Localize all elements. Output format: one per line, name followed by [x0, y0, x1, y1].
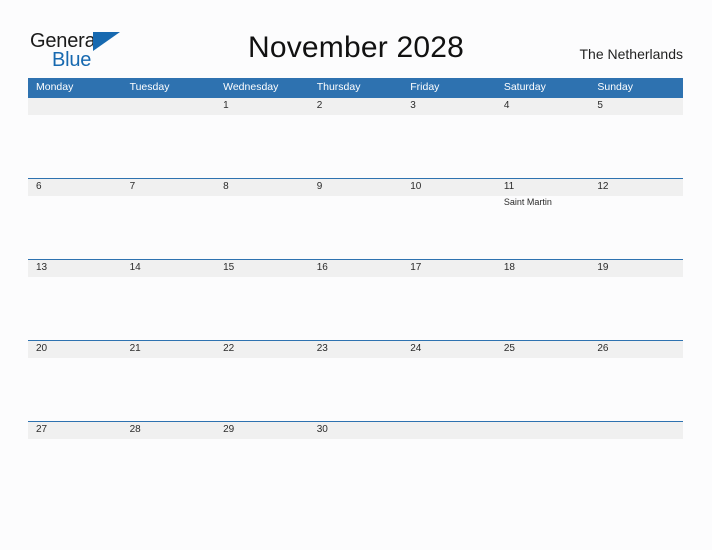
day-cell[interactable]: 17	[402, 259, 496, 340]
weekday-header-monday: Monday	[36, 81, 74, 93]
day-number: 7	[129, 181, 136, 192]
week-row: 13 14 15 16 17 18 19	[28, 259, 683, 340]
page-header: General Blue November 2028 The Netherlan…	[0, 0, 712, 74]
day-number: 1	[223, 100, 229, 111]
day-cell[interactable]	[496, 421, 590, 502]
day-cell-holiday[interactable]: 11 Saint Martin	[496, 178, 590, 259]
day-number: 8	[223, 181, 229, 192]
day-cell[interactable]: 30	[309, 421, 403, 502]
day-cell[interactable]: 7	[122, 178, 216, 259]
calendar-grid: Monday Tuesday Wednesday Thursday Friday…	[28, 78, 683, 502]
day-number: 12	[597, 181, 609, 192]
day-cell[interactable]: 2	[309, 97, 403, 178]
day-cell[interactable]: 14	[122, 259, 216, 340]
day-cell[interactable]: 26	[589, 340, 683, 421]
day-cell[interactable]: 23	[309, 340, 403, 421]
day-number: 3	[410, 100, 416, 111]
day-cell[interactable]: 10	[402, 178, 496, 259]
day-cell[interactable]	[28, 97, 122, 178]
day-cell[interactable]: 19	[589, 259, 683, 340]
day-cell[interactable]: 8	[215, 178, 309, 259]
day-cell[interactable]: 22	[215, 340, 309, 421]
day-cell[interactable]: 27	[28, 421, 122, 502]
country-label: The Netherlands	[579, 46, 683, 62]
week-cells: 13 14 15 16 17 18 19	[28, 259, 683, 340]
week-row: 20 21 22 23 24 25 26	[28, 340, 683, 421]
day-number: 27	[36, 424, 48, 435]
day-cell[interactable]	[589, 421, 683, 502]
day-number: 9	[316, 181, 323, 192]
day-number: 23	[316, 343, 328, 354]
weekday-header-saturday: Saturday	[503, 81, 546, 93]
day-number: 10	[410, 181, 422, 192]
week-cells: 20 21 22 23 24 25 26	[28, 340, 683, 421]
week-row: 6 7 8 9 10 11 Saint Martin 12	[28, 178, 683, 259]
day-number: 16	[316, 262, 328, 273]
day-cell[interactable]: 20	[28, 340, 122, 421]
day-number: 26	[597, 343, 609, 354]
day-cell[interactable]: 15	[215, 259, 309, 340]
day-cell[interactable]: 29	[215, 421, 309, 502]
day-number: 6	[36, 181, 42, 192]
weekday-header-row: Monday Tuesday Wednesday Thursday Friday…	[28, 78, 683, 97]
day-number: 13	[36, 262, 48, 273]
weekday-header-wednesday: Wednesday	[223, 81, 279, 93]
day-cell[interactable]	[402, 421, 496, 502]
day-number: 20	[36, 343, 48, 354]
day-number: 30	[316, 424, 328, 435]
day-cell[interactable]: 21	[122, 340, 216, 421]
day-number: 21	[129, 343, 141, 354]
day-number: 4	[503, 100, 510, 111]
day-cell[interactable]: 25	[496, 340, 590, 421]
day-number: 18	[503, 262, 515, 273]
day-number: 24	[410, 343, 422, 354]
holiday-label: Saint Martin	[503, 197, 552, 207]
day-cell[interactable]: 18	[496, 259, 590, 340]
day-number: 19	[597, 262, 609, 273]
day-number: 28	[129, 424, 141, 435]
day-number: 17	[410, 262, 422, 273]
day-cell[interactable]: 4	[496, 97, 590, 178]
day-cell[interactable]: 3	[402, 97, 496, 178]
week-row: 1 2 3 4 5	[28, 97, 683, 178]
weekday-header-sunday: Sunday	[597, 81, 633, 93]
day-cell[interactable]: 12	[589, 178, 683, 259]
week-cells: 1 2 3 4 5	[28, 97, 683, 178]
day-number: 14	[129, 262, 141, 273]
day-number: 25	[503, 343, 515, 354]
day-number: 2	[316, 100, 323, 111]
calendar-page: General Blue November 2028 The Netherlan…	[0, 0, 712, 550]
day-cell[interactable]: 5	[589, 97, 683, 178]
weekday-header-thursday: Thursday	[316, 81, 361, 93]
day-number: 22	[223, 343, 235, 354]
day-number: 11	[503, 181, 515, 192]
weekday-header-friday: Friday	[410, 81, 440, 93]
day-cell[interactable]: 9	[309, 178, 403, 259]
day-number: 29	[223, 424, 235, 435]
day-cell[interactable]: 6	[28, 178, 122, 259]
weekday-header-tuesday: Tuesday	[129, 81, 170, 93]
week-cells: 27 28 29 30	[28, 421, 683, 502]
day-cell[interactable]	[122, 97, 216, 178]
week-row: 27 28 29 30	[28, 421, 683, 502]
week-cells: 6 7 8 9 10 11 Saint Martin 12	[28, 178, 683, 259]
day-cell[interactable]: 28	[122, 421, 216, 502]
day-number: 15	[223, 262, 235, 273]
day-cell[interactable]: 24	[402, 340, 496, 421]
day-cell[interactable]: 1	[215, 97, 309, 178]
day-cell[interactable]: 16	[309, 259, 403, 340]
day-number: 5	[597, 100, 603, 111]
day-cell[interactable]: 13	[28, 259, 122, 340]
